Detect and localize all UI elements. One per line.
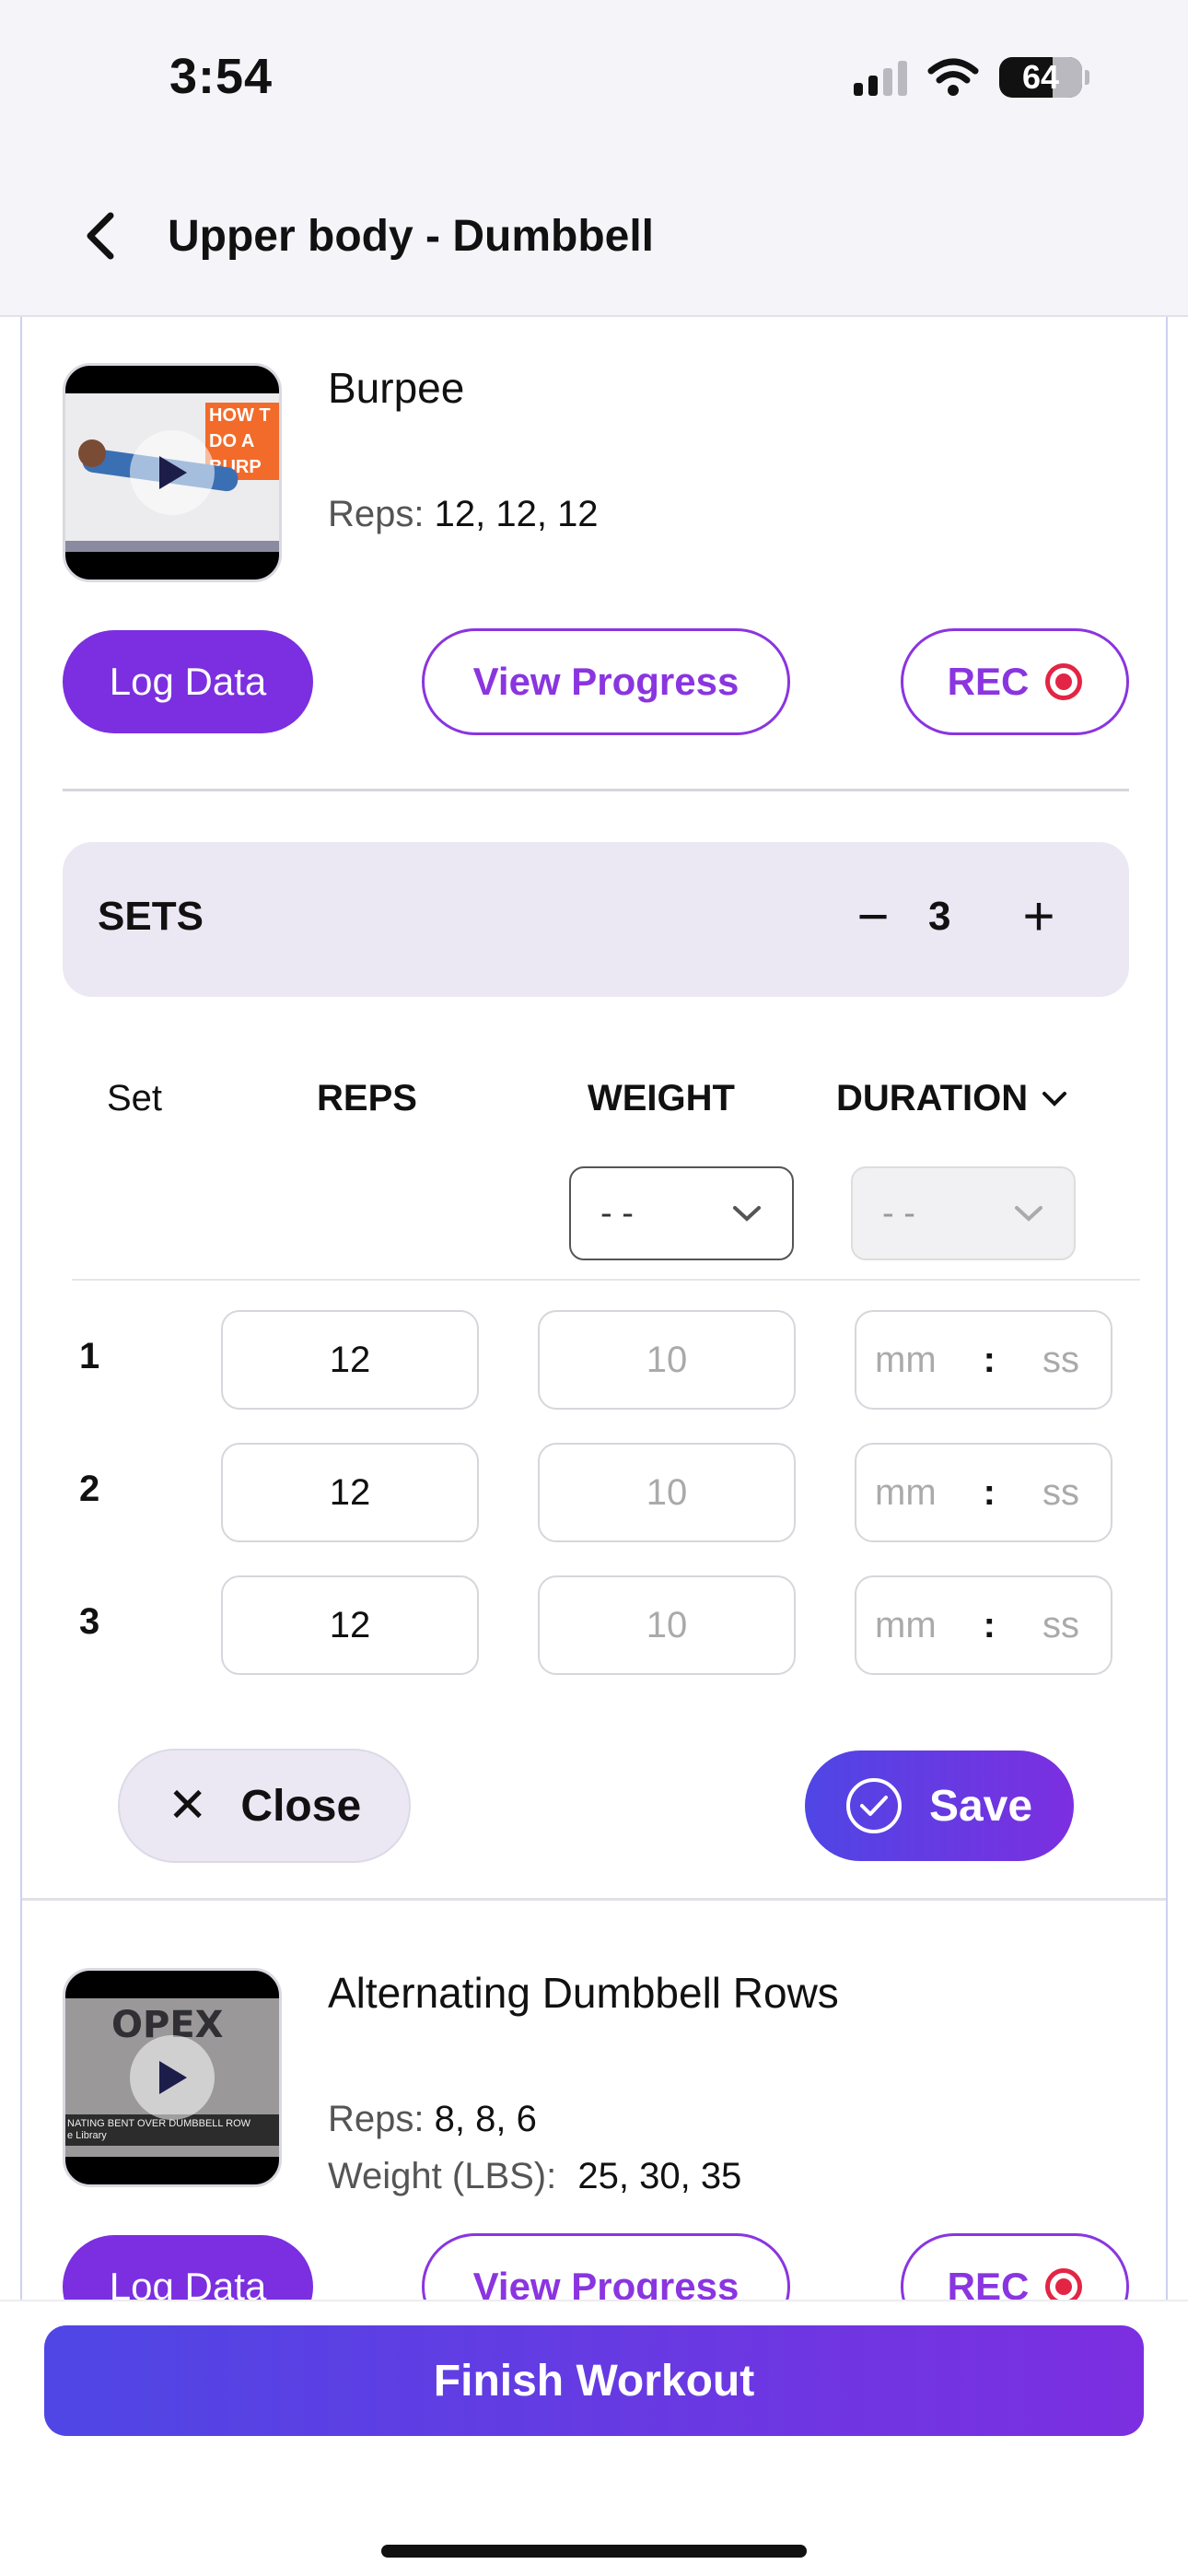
chevron-down-icon <box>1015 1206 1042 1222</box>
header: Upper body - Dumbbell <box>83 208 654 263</box>
battery-icon: 64 <box>999 57 1089 98</box>
set-number: 2 <box>79 1469 100 1509</box>
play-icon <box>130 430 215 515</box>
check-circle-icon <box>845 1778 902 1833</box>
view-progress-button[interactable]: View Progress <box>422 628 790 735</box>
exercise-reps: Reps: 8, 8, 6 <box>328 2099 537 2140</box>
weight-input[interactable]: 10 <box>538 1575 796 1675</box>
save-button[interactable]: Save <box>805 1751 1074 1861</box>
time-colon: : <box>983 1339 996 1380</box>
sets-stepper: SETS − 3 + <box>63 842 1129 997</box>
seconds-placeholder: ss <box>1042 1604 1079 1645</box>
reps-label: Reps: <box>328 494 425 534</box>
cellular-signal-icon <box>854 59 907 96</box>
battery-level: 64 <box>1021 58 1060 96</box>
minutes-placeholder: mm <box>875 1604 937 1645</box>
reps-value: 8, 8, 6 <box>434 2099 537 2139</box>
seconds-placeholder: ss <box>1042 1339 1079 1380</box>
seconds-placeholder: ss <box>1042 1471 1079 1513</box>
exercise-video-thumbnail[interactable]: OPEX NATING BENT OVER DUMBBELL ROW e Lib… <box>63 1968 282 2187</box>
back-button[interactable] <box>83 208 138 263</box>
duration-input[interactable]: mm : ss <box>855 1310 1112 1410</box>
save-label: Save <box>928 1781 1033 1831</box>
rec-label: REC <box>947 660 1030 703</box>
thumb-text-line: HOW T <box>209 405 271 426</box>
set-number: 1 <box>79 1336 100 1376</box>
reps-input[interactable]: 12 <box>221 1310 479 1410</box>
reps-input[interactable]: 12 <box>221 1443 479 1542</box>
chevron-left-icon <box>87 212 114 260</box>
chevron-down-icon <box>733 1206 761 1222</box>
exercise-weight: Weight (LBS): 25, 30, 35 <box>328 2156 741 2197</box>
weight-input[interactable]: 10 <box>538 1443 796 1542</box>
close-button[interactable]: ✕ Close <box>118 1749 411 1863</box>
thumb-text-line: DO A <box>209 431 255 451</box>
sets-decrement-button[interactable]: − <box>836 879 910 953</box>
sets-count: 3 <box>928 894 951 939</box>
minutes-placeholder: mm <box>875 1471 937 1513</box>
wifi-icon <box>927 58 979 96</box>
weight-input[interactable]: 10 <box>538 1310 796 1410</box>
exercise-name: Burpee <box>328 364 465 412</box>
rec-button[interactable]: REC <box>901 628 1129 735</box>
duration-input[interactable]: mm : ss <box>855 1443 1112 1542</box>
finish-workout-button[interactable]: Finish Workout <box>44 2325 1144 2436</box>
reps-value: 12, 12, 12 <box>434 494 599 534</box>
weight-unit-select[interactable]: - - <box>569 1166 794 1260</box>
reps-label: Reps: <box>328 2099 425 2139</box>
time-colon: : <box>983 1471 996 1513</box>
column-header-set: Set <box>107 1078 163 1118</box>
footer: Finish Workout <box>0 2300 1188 2576</box>
chevron-down-icon <box>1042 1091 1067 1107</box>
set-number: 3 <box>79 1601 100 1642</box>
time-colon: : <box>983 1604 996 1645</box>
reps-input[interactable]: 12 <box>221 1575 479 1675</box>
home-indicator <box>381 2545 807 2558</box>
thumb-subcaption: e Library <box>67 2130 107 2141</box>
sets-label: SETS <box>98 894 204 939</box>
weight-value: 25, 30, 35 <box>577 2156 742 2196</box>
weight-select-value: - - <box>600 1193 634 1233</box>
status-icons: 64 <box>854 57 1089 98</box>
exercise-separator <box>22 1898 1166 1901</box>
log-data-button[interactable]: Log Data <box>63 630 313 733</box>
table-header-divider <box>72 1279 1140 1281</box>
status-time: 3:54 <box>169 49 274 104</box>
sets-increment-button[interactable]: + <box>1002 879 1076 953</box>
weight-label: Weight (LBS): <box>328 2156 557 2196</box>
page-title: Upper body - Dumbbell <box>168 211 654 261</box>
duration-label: DURATION <box>836 1078 1029 1118</box>
exercise-video-thumbnail[interactable]: HOW T DO A BURP <box>63 363 282 582</box>
workout-card: HOW T DO A BURP Burpee Reps: 12, 12, 12 … <box>20 317 1168 2340</box>
play-icon <box>130 2035 215 2120</box>
minutes-placeholder: mm <box>875 1339 937 1380</box>
close-icon: ✕ <box>167 1779 208 1832</box>
close-label: Close <box>240 1781 362 1831</box>
duration-unit-select: - - <box>851 1166 1076 1260</box>
column-header-weight: WEIGHT <box>588 1078 735 1118</box>
duration-input[interactable]: mm : ss <box>855 1575 1112 1675</box>
record-icon <box>1045 663 1083 700</box>
top-bar: 3:54 64 Upper body - Dumbbell <box>0 0 1188 317</box>
exercise-name: Alternating Dumbbell Rows <box>328 1969 839 2017</box>
duration-select-value: - - <box>882 1193 915 1233</box>
column-header-duration[interactable]: DURATION <box>836 1078 1068 1119</box>
divider <box>63 789 1129 791</box>
column-header-reps: REPS <box>317 1078 417 1118</box>
exercise-reps: Reps: 12, 12, 12 <box>328 494 599 535</box>
